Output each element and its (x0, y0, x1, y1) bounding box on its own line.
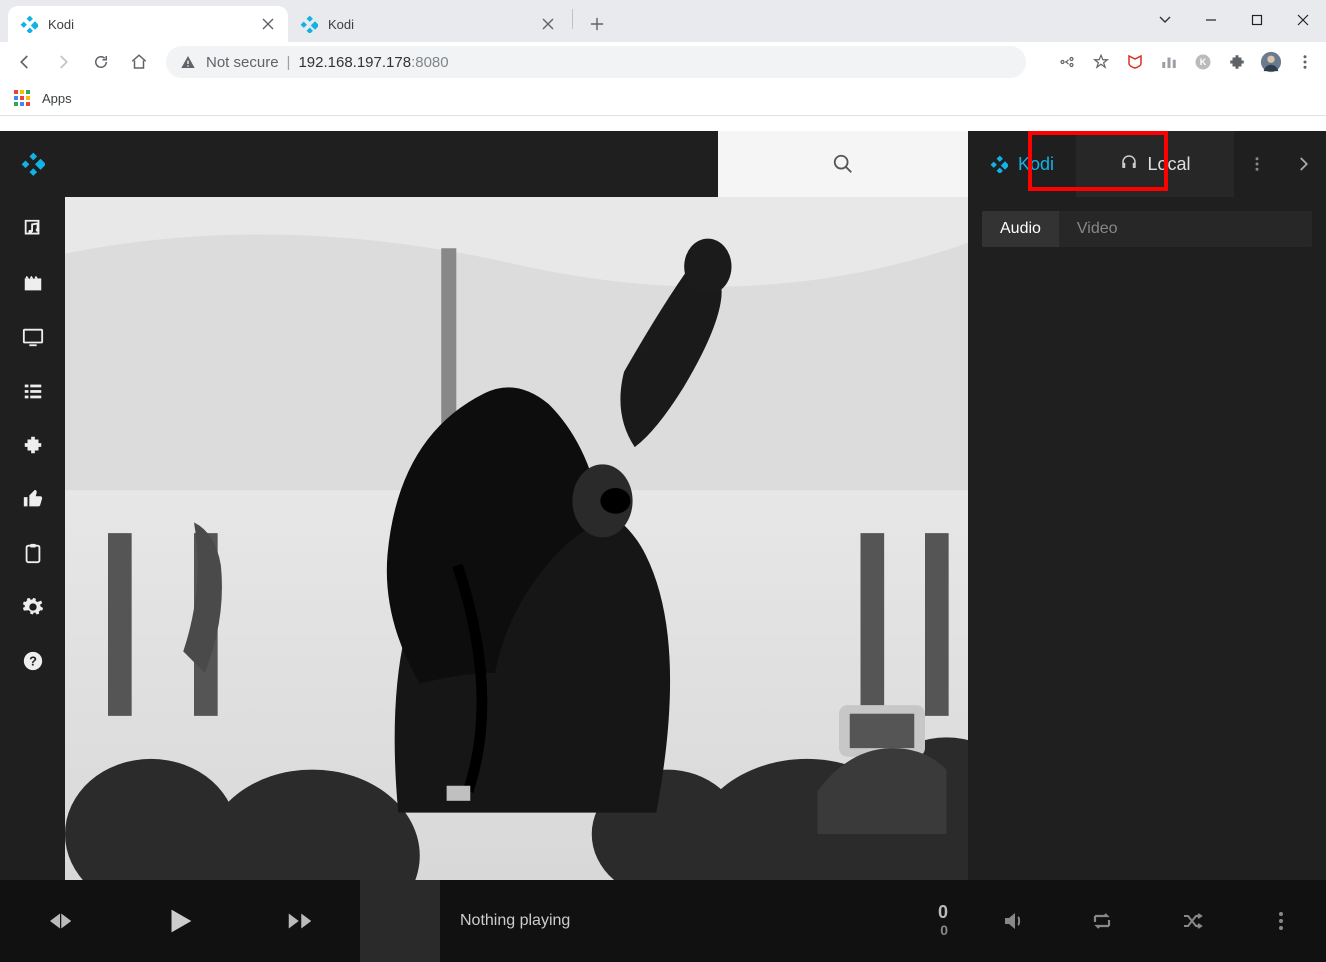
count-secondary: 0 (938, 923, 948, 938)
security-label: Not secure (206, 54, 279, 71)
hero-image (65, 197, 968, 880)
media-tab-audio[interactable]: Audio (982, 211, 1059, 247)
bookmark-star-button[interactable] (1088, 49, 1114, 75)
tab-strip: Kodi Kodi (0, 0, 1326, 42)
right-panel-body: Audio Video (968, 197, 1326, 880)
svg-text:?: ? (29, 654, 37, 669)
bookmark-bar: Apps (0, 82, 1326, 116)
now-playing: Nothing playing 0 0 (440, 903, 968, 938)
now-playing-label: Nothing playing (460, 912, 570, 930)
app-sidebar: ? (0, 197, 65, 880)
tab-title: Kodi (48, 17, 260, 32)
maximize-button[interactable] (1234, 1, 1280, 39)
share-button[interactable] (1054, 49, 1080, 75)
new-tab-button[interactable] (581, 8, 613, 40)
right-panel: Kodi Local Audio Video (968, 131, 1326, 962)
sidebar-thumbsup-icon[interactable] (15, 485, 51, 513)
window-controls (1142, 0, 1326, 40)
separator: | (287, 54, 291, 71)
address-bar[interactable]: Not secure | 192.168.197.178:8080 (166, 46, 1026, 78)
repeat-button[interactable] (1078, 897, 1126, 945)
forward-button[interactable] (46, 45, 80, 79)
sidebar-movies-icon[interactable] (15, 269, 51, 297)
address-port: :8080 (411, 54, 449, 71)
browser-tab[interactable]: Kodi (8, 6, 288, 42)
app-topbar (0, 131, 968, 197)
extension-analytics-icon[interactable] (1156, 49, 1182, 75)
sidebar-tv-icon[interactable] (15, 323, 51, 351)
extension-k-icon[interactable]: K (1190, 49, 1216, 75)
kodi-favicon-icon (300, 15, 318, 33)
right-panel-expand-button[interactable] (1280, 131, 1326, 197)
media-tab-audio-label: Audio (1000, 220, 1041, 237)
kodi-webapp: ? (0, 131, 1326, 962)
next-button[interactable] (240, 880, 360, 962)
count-primary: 0 (938, 903, 948, 923)
sidebar-help-icon[interactable]: ? (15, 647, 51, 675)
media-tab-video[interactable]: Video (1059, 211, 1136, 247)
tab-separator (572, 9, 573, 29)
search-button[interactable] (718, 131, 968, 197)
tab-close-icon[interactable] (540, 16, 556, 32)
right-tab-local[interactable]: Local (1076, 131, 1234, 197)
sidebar-music-icon[interactable] (15, 215, 51, 243)
tabsearch-button[interactable] (1142, 1, 1188, 39)
apps-grid-icon[interactable] (14, 90, 32, 108)
reload-button[interactable] (84, 45, 118, 79)
right-tab-kodi[interactable]: Kodi (968, 131, 1076, 197)
sidebar-clipboard-icon[interactable] (15, 539, 51, 567)
previous-button[interactable] (0, 880, 120, 962)
minimize-button[interactable] (1188, 1, 1234, 39)
tab-title: Kodi (328, 17, 540, 32)
shuffle-button[interactable] (1168, 897, 1216, 945)
extension-mcafee-icon[interactable] (1122, 49, 1148, 75)
headphones-icon (1120, 153, 1138, 176)
close-window-button[interactable] (1280, 1, 1326, 39)
back-button[interactable] (8, 45, 42, 79)
profile-avatar[interactable] (1258, 49, 1284, 75)
right-tab-local-label: Local (1148, 154, 1191, 175)
sidebar-addons-icon[interactable] (15, 431, 51, 459)
sidebar-settings-icon[interactable] (15, 593, 51, 621)
right-player-controls (968, 880, 1326, 962)
right-tab-kodi-label: Kodi (1018, 154, 1054, 175)
home-button[interactable] (122, 45, 156, 79)
media-tab-video-label: Video (1077, 220, 1118, 237)
kodi-favicon-icon (20, 15, 38, 33)
right-panel-more-button[interactable] (1234, 131, 1280, 197)
browser-toolbar: Not secure | 192.168.197.178:8080 K (0, 42, 1326, 82)
apps-label[interactable]: Apps (42, 91, 72, 106)
volume-button[interactable] (989, 897, 1037, 945)
right-panel-tabs: Kodi Local (968, 131, 1326, 197)
sidebar-playlists-icon[interactable] (15, 377, 51, 405)
player-bar: Nothing playing 0 0 (0, 880, 968, 962)
tab-close-icon[interactable] (260, 16, 276, 32)
media-tabs: Audio Video (982, 211, 1312, 247)
browser-menu-button[interactable] (1292, 49, 1318, 75)
extensions-button[interactable] (1224, 49, 1250, 75)
svg-text:K: K (1200, 57, 1207, 67)
address-host: 192.168.197.178 (298, 54, 411, 71)
right-player-more-button[interactable] (1257, 897, 1305, 945)
browser-tab[interactable]: Kodi (288, 6, 568, 42)
kodi-logo-icon[interactable] (0, 131, 65, 197)
browser-chrome: Kodi Kodi Not se (0, 0, 1326, 131)
progress-indicator[interactable] (360, 880, 440, 962)
play-button[interactable] (120, 880, 240, 962)
not-secure-icon (180, 54, 196, 70)
